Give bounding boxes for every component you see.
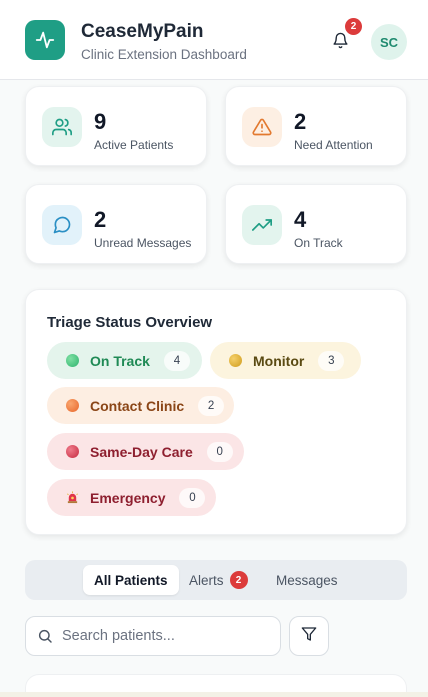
stat-label: Active Patients <box>94 138 174 152</box>
triage-pill-same-day-care[interactable]: Same-Day Care 0 <box>47 433 244 470</box>
triage-pill-monitor[interactable]: Monitor 3 <box>210 342 361 379</box>
triage-label: Same-Day Care <box>90 443 193 460</box>
tab-all-patients[interactable]: All Patients <box>83 565 179 595</box>
triage-label: On Track <box>90 352 150 369</box>
triage-pill-emergency[interactable]: Emergency 0 <box>47 479 216 516</box>
search-box <box>25 616 281 656</box>
siren-icon <box>66 491 79 504</box>
bottom-edge <box>0 692 428 697</box>
triage-label: Contact Clinic <box>90 397 185 414</box>
triage-count: 2 <box>198 395 225 416</box>
section-title: Triage Status Overview <box>47 314 213 331</box>
user-avatar[interactable]: SC <box>371 24 407 60</box>
stat-card-need-attention[interactable]: 2 Need Attention <box>225 86 407 166</box>
stat-value: 2 <box>294 109 307 134</box>
search-input[interactable] <box>62 625 272 647</box>
trending-up-icon <box>242 205 282 245</box>
stat-label: On Track <box>294 236 343 250</box>
notification-badge: 2 <box>345 18 362 35</box>
stat-card-on-track[interactable]: 4 On Track <box>225 184 407 264</box>
red-dot-icon <box>66 445 79 458</box>
triage-label: Monitor <box>253 352 305 369</box>
stat-label: Unread Messages <box>94 236 192 250</box>
users-icon <box>42 107 82 147</box>
app-subtitle: Clinic Extension Dashboard <box>81 47 247 62</box>
filter-button[interactable] <box>289 616 329 656</box>
alerts-badge: 2 <box>229 571 248 589</box>
tab-label: Alerts <box>189 572 224 588</box>
triage-status-overview: Triage Status Overview On Track 4 Monito… <box>25 289 407 535</box>
stat-card-unread-messages[interactable]: 2 Unread Messages <box>25 184 207 264</box>
tab-label: All Patients <box>94 572 168 588</box>
patient-tabs: All Patients Alerts 2 Messages <box>25 560 407 600</box>
triage-count: 0 <box>206 441 233 462</box>
app-header: CeaseMyPain Clinic Extension Dashboard 2… <box>0 0 428 80</box>
orange-dot-icon <box>66 399 79 412</box>
stat-value: 4 <box>294 207 307 232</box>
app-title: CeaseMyPain <box>81 21 204 42</box>
stat-card-active-patients[interactable]: 9 Active Patients <box>25 86 207 166</box>
tab-messages[interactable]: Messages <box>276 565 338 595</box>
stat-value: 9 <box>94 109 107 134</box>
triage-pill-contact-clinic[interactable]: Contact Clinic 2 <box>47 387 234 424</box>
triage-label: Emergency <box>90 489 166 506</box>
stat-value: 2 <box>94 207 107 232</box>
alert-triangle-icon <box>242 107 282 147</box>
green-dot-icon <box>66 354 79 367</box>
yellow-dot-icon <box>229 354 242 367</box>
search-icon <box>37 628 53 649</box>
filter-icon <box>301 626 317 647</box>
message-circle-icon <box>42 205 82 245</box>
triage-count: 4 <box>163 350 190 371</box>
triage-count: 0 <box>179 487 206 508</box>
stat-label: Need Attention <box>294 138 373 152</box>
activity-logo-icon <box>25 20 65 60</box>
tab-alerts[interactable]: Alerts 2 <box>189 565 248 595</box>
triage-pill-on-track[interactable]: On Track 4 <box>47 342 202 379</box>
tab-label: Messages <box>276 572 338 588</box>
triage-count: 3 <box>318 350 345 371</box>
